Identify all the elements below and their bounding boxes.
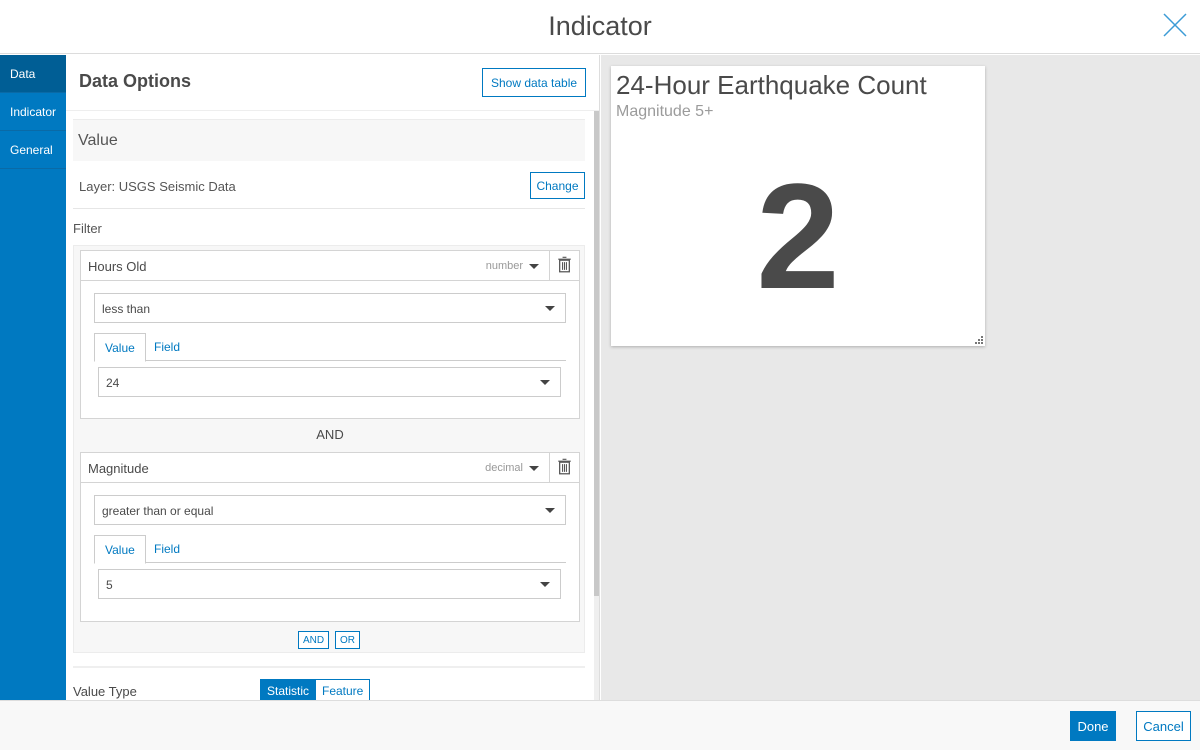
- add-or-clause-button[interactable]: OR: [335, 631, 360, 649]
- done-button[interactable]: Done: [1070, 711, 1116, 741]
- indicator-subtitle: Magnitude 5+: [616, 103, 714, 120]
- operator-value: less than: [102, 302, 151, 316]
- value-select[interactable]: 24: [98, 367, 561, 397]
- operator-select[interactable]: greater than or equal: [94, 495, 566, 525]
- panel-scrollbar[interactable]: [594, 111, 599, 700]
- value-field-tabs: Value Field: [94, 333, 566, 362]
- dialog-footer: Done Cancel: [0, 700, 1200, 750]
- layer-row: Layer: USGS Seismic Data Change: [73, 167, 585, 209]
- filter-clause: Hours Old number less than Value Field 2…: [80, 250, 580, 419]
- indicator-value: 2: [756, 152, 840, 320]
- trash-icon[interactable]: [549, 453, 579, 482]
- value-heading-text: Value: [78, 132, 118, 149]
- field-type-text: number: [485, 260, 523, 272]
- add-and-clause-button[interactable]: AND: [298, 631, 330, 649]
- trash-icon[interactable]: [549, 251, 579, 280]
- indicator-title: 24-Hour Earthquake Count: [616, 70, 927, 100]
- field-type-text: decimal: [485, 462, 523, 474]
- sidebar-item-indicator[interactable]: Indicator: [0, 93, 66, 131]
- scrollbar-thumb[interactable]: [594, 111, 599, 596]
- value-text: 24: [106, 376, 120, 390]
- divider: [73, 666, 585, 668]
- value-type-feature[interactable]: Feature: [315, 679, 371, 700]
- panel-header: Data Options Show data table: [66, 55, 599, 111]
- panel-title: Data Options: [79, 71, 192, 91]
- value-text: 5: [106, 578, 113, 592]
- operator-select[interactable]: less than: [94, 293, 566, 323]
- clause-join-label: AND: [316, 427, 344, 442]
- value-select[interactable]: 5: [98, 569, 561, 599]
- cancel-button[interactable]: Cancel: [1136, 711, 1191, 741]
- filter-label: Filter: [73, 221, 102, 236]
- clause-field-name: Magnitude: [88, 461, 149, 476]
- indicator-card: 24-Hour Earthquake Count Magnitude 5+ 2: [611, 66, 985, 346]
- filter-clause: Magnitude decimal greater than or equal …: [80, 452, 580, 622]
- sidebar-item-data[interactable]: Data: [0, 55, 66, 93]
- tab-value[interactable]: Value: [94, 535, 146, 564]
- preview-area: 24-Hour Earthquake Count Magnitude 5+ 2: [601, 55, 1200, 700]
- value-section-heading: Value: [73, 119, 585, 161]
- sidebar: Data Indicator General: [0, 55, 66, 700]
- operator-value: greater than or equal: [102, 504, 214, 518]
- dialog-header: Indicator: [0, 0, 1200, 54]
- chevron-down-icon: [529, 465, 539, 471]
- clause-field-name: Hours Old: [88, 259, 147, 274]
- chevron-down-icon: [540, 582, 550, 587]
- data-options-panel: Data Options Show data table Value Layer…: [66, 55, 600, 700]
- resize-handle-icon[interactable]: [973, 334, 983, 344]
- value-type-statistic[interactable]: Statistic: [260, 679, 317, 700]
- tab-field[interactable]: Field: [154, 333, 180, 361]
- clause-header: Hours Old number: [81, 251, 579, 281]
- tab-value[interactable]: Value: [94, 333, 146, 362]
- value-field-tabs: Value Field: [94, 535, 566, 564]
- chevron-down-icon: [545, 508, 555, 513]
- value-type-label: Value Type: [73, 684, 137, 699]
- change-layer-button[interactable]: Change: [530, 172, 585, 199]
- filter-container: Hours Old number less than Value Field 2…: [73, 245, 585, 653]
- chevron-down-icon: [540, 380, 550, 385]
- chevron-down-icon: [529, 263, 539, 269]
- field-type-dropdown[interactable]: number: [486, 260, 539, 272]
- show-data-table-button[interactable]: Show data table: [482, 68, 586, 97]
- field-type-dropdown[interactable]: decimal: [485, 462, 539, 474]
- dialog-title: Indicator: [548, 11, 652, 41]
- clause-header: Magnitude decimal: [81, 453, 579, 483]
- tab-field[interactable]: Field: [154, 535, 180, 563]
- close-icon[interactable]: [1162, 12, 1188, 38]
- chevron-down-icon: [545, 306, 555, 311]
- layer-label: Layer: USGS Seismic Data: [79, 179, 236, 194]
- sidebar-item-general[interactable]: General: [0, 131, 66, 169]
